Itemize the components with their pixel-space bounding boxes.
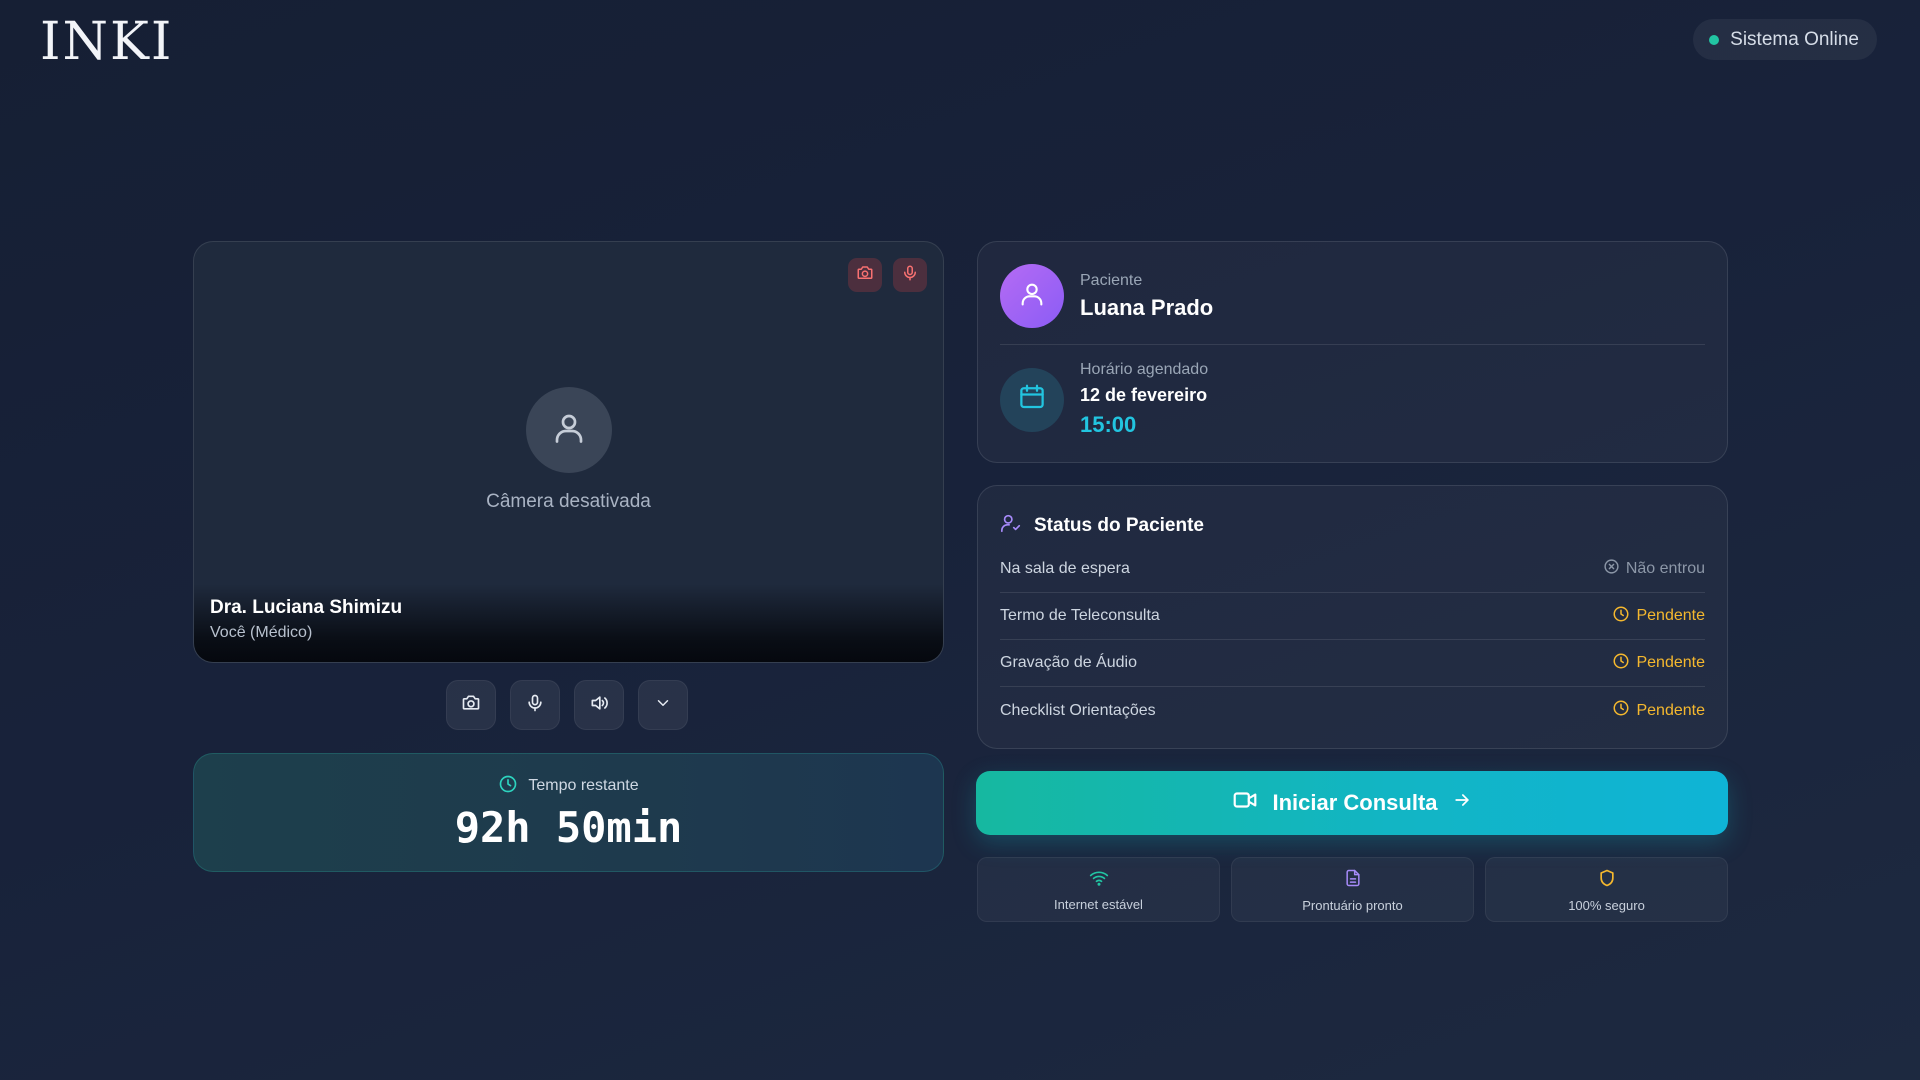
- start-consultation-label: Iniciar Consulta: [1272, 790, 1438, 815]
- status-row-label: Checklist Orientações: [1000, 701, 1156, 719]
- time-remaining-value: 92h 50min: [454, 802, 683, 852]
- wifi-icon: [1088, 868, 1110, 891]
- record-ready-label: Prontuário pronto: [1302, 897, 1403, 913]
- x-circle-icon: [1603, 558, 1620, 580]
- schedule-time: 15:00: [1080, 412, 1137, 437]
- shield-icon: [1597, 867, 1617, 892]
- internet-status-label: Internet estável: [1054, 896, 1143, 912]
- divider: [1000, 344, 1705, 345]
- patient-status-header: Status do Paciente: [1000, 512, 1204, 540]
- status-row-teleconsulta-term: Termo de Teleconsulta Pendente: [1000, 593, 1705, 640]
- speaker-icon: [589, 693, 609, 718]
- camera-off-indicator: [848, 258, 882, 292]
- camera-toggle-button[interactable]: [446, 680, 496, 730]
- patient-info-card: Paciente Luana Prado Horário agendado 12…: [977, 241, 1728, 463]
- calendar-icon: [1017, 382, 1047, 417]
- internet-status-tile: Internet estável: [977, 857, 1220, 922]
- patient-row: Paciente Luana Prado: [1000, 264, 1213, 328]
- mic-off-icon: [901, 264, 919, 287]
- inki-logo: INKI: [40, 12, 174, 72]
- arrow-right-icon: [1452, 790, 1472, 816]
- camera-off-text: Câmera desativada: [486, 491, 651, 512]
- status-row-checklist: Checklist Orientações Pendente: [1000, 687, 1705, 734]
- user-check-icon: [1000, 512, 1022, 540]
- speaker-toggle-button[interactable]: [574, 680, 624, 730]
- status-value-text: Pendente: [1636, 607, 1705, 624]
- user-icon: [1018, 280, 1046, 313]
- microphone-toggle-button[interactable]: [510, 680, 560, 730]
- status-row-label: Gravação de Áudio: [1000, 654, 1137, 671]
- system-status-badge: Sistema Online: [1693, 19, 1877, 60]
- more-options-button[interactable]: [638, 680, 688, 730]
- patient-status-card: Status do Paciente Na sala de espera Não…: [977, 485, 1728, 749]
- clock-icon: [1612, 699, 1630, 722]
- calendar-badge: [1000, 367, 1064, 432]
- schedule-label: Horário agendado: [1080, 361, 1209, 378]
- doctor-role: Você (Médico): [210, 624, 313, 641]
- clock-icon: [1612, 652, 1630, 675]
- record-ready-tile: Prontuário pronto: [1231, 857, 1474, 922]
- status-value-text: Pendente: [1636, 701, 1705, 719]
- status-row-waiting-room: Na sala de espera Não entrou: [1000, 546, 1705, 593]
- time-remaining-card: Tempo restante 92h 50min: [193, 753, 944, 872]
- patient-status-title: Status do Paciente: [1034, 515, 1204, 536]
- online-dot-icon: [1709, 34, 1720, 45]
- status-row-audio-recording: Gravação de Áudio Pendente: [1000, 640, 1705, 687]
- status-row-label: Na sala de espera: [1000, 560, 1130, 577]
- document-icon: [1343, 867, 1363, 892]
- time-remaining-header: Tempo restante: [498, 774, 639, 799]
- security-label: 100% seguro: [1568, 897, 1645, 913]
- time-remaining-label: Tempo restante: [528, 777, 639, 794]
- clock-icon: [498, 774, 518, 799]
- video-camera-icon: [1232, 787, 1258, 819]
- status-row-value: Pendente: [1612, 699, 1705, 722]
- patient-name: Luana Prado: [1080, 294, 1214, 320]
- status-row-value: Pendente: [1612, 652, 1705, 675]
- schedule-date: 12 de fevereiro: [1080, 385, 1208, 405]
- security-tile: 100% seguro: [1485, 857, 1728, 922]
- schedule-row: Horário agendado 12 de fevereiro 15:00: [1000, 361, 1208, 438]
- camera-off-placeholder: Câmera desativada: [194, 387, 943, 513]
- clock-icon: [1612, 605, 1630, 628]
- user-icon: [551, 410, 587, 451]
- status-value-text: Não entrou: [1625, 560, 1705, 577]
- camera-off-icon: [856, 264, 874, 287]
- mic-off-indicator: [893, 258, 927, 292]
- microphone-icon: [525, 693, 545, 718]
- patient-avatar: [1000, 264, 1064, 328]
- chevron-down-icon: [654, 694, 672, 717]
- media-controls: [446, 680, 688, 730]
- camera-icon: [461, 693, 481, 718]
- status-row-value: Pendente: [1612, 605, 1705, 628]
- user-avatar-placeholder: [525, 387, 612, 473]
- video-preview: Câmera desativada Dra. Luciana Shimizu V…: [193, 241, 944, 663]
- video-status-icons: [848, 258, 927, 292]
- status-row-value: Não entrou: [1603, 558, 1705, 580]
- start-consultation-button[interactable]: Iniciar Consulta: [976, 771, 1728, 835]
- video-caption: Dra. Luciana Shimizu Você (Médico): [194, 584, 943, 662]
- status-row-label: Termo de Teleconsulta: [1000, 607, 1160, 624]
- patient-label: Paciente: [1080, 271, 1143, 289]
- doctor-name: Dra. Luciana Shimizu: [210, 597, 403, 618]
- status-value-text: Pendente: [1636, 654, 1705, 671]
- system-status-label: Sistema Online: [1730, 28, 1859, 50]
